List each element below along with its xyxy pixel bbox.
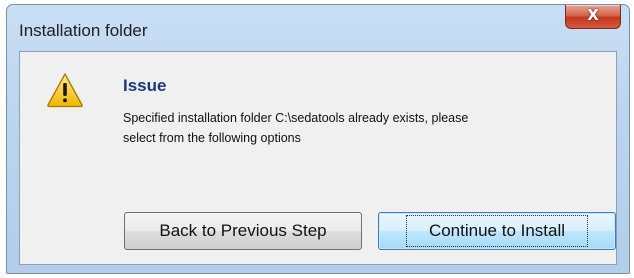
back-to-previous-step-button[interactable]: Back to Previous Step	[124, 212, 362, 250]
dialog-heading: Issue	[123, 76, 167, 95]
dialog-message: Specified installation folder C:\sedatoo…	[123, 111, 469, 145]
close-icon: X	[587, 6, 599, 24]
close-button[interactable]: X	[565, 5, 621, 29]
title-bar[interactable]: Installation folder X	[7, 5, 629, 51]
continue-to-install-button[interactable]: Continue to Install	[378, 212, 616, 250]
window-title: Installation folder	[19, 21, 148, 40]
dialog-content: Issue Specified installation folder C:\s…	[19, 51, 617, 265]
warning-icon	[47, 73, 83, 108]
continue-button-label: Continue to Install	[405, 215, 589, 247]
dialog-window: Installation folder X Issue Specified in…	[6, 4, 630, 274]
back-button-label: Back to Previous Step	[159, 221, 327, 240]
